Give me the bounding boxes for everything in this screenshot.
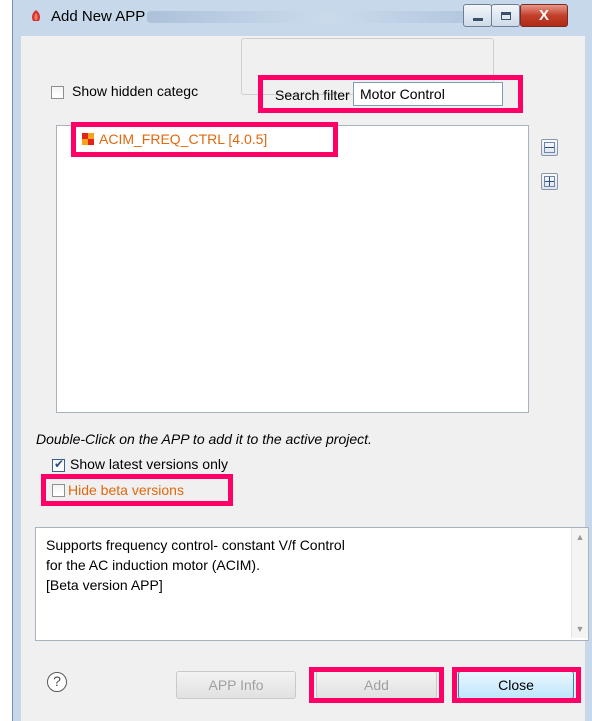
hide-beta-highlight-box — [41, 474, 233, 506]
minimize-icon — [472, 17, 483, 21]
scroll-down-icon[interactable]: ▼ — [572, 624, 588, 634]
description-scrollbar[interactable]: ▲ ▼ — [571, 528, 588, 638]
scroll-up-icon[interactable]: ▲ — [572, 532, 588, 542]
hint-text: Double-Click on the APP to add it to the… — [36, 431, 372, 447]
title-path-blurred — [147, 11, 477, 23]
help-icon[interactable]: ? — [47, 672, 67, 692]
maximize-button[interactable] — [491, 4, 520, 27]
add-highlight-box — [309, 667, 444, 703]
collapse-all-button[interactable] — [541, 139, 558, 156]
title-bar[interactable]: Add New APP X — [13, 0, 592, 32]
description-line: Supports frequency control- constant V/f… — [46, 537, 345, 553]
maximize-icon — [500, 11, 511, 20]
description-area[interactable]: Supports frequency control- constant V/f… — [35, 527, 589, 641]
description-line: [Beta version APP] — [46, 577, 163, 593]
close-icon: X — [538, 7, 549, 24]
description-line: for the AC induction motor (ACIM). — [46, 557, 260, 573]
show-hidden-checkbox[interactable] — [51, 86, 64, 99]
app-list[interactable] — [56, 125, 529, 413]
expand-plus-v — [549, 177, 550, 186]
show-latest-checkbox[interactable] — [52, 457, 65, 472]
show-latest-label: Show latest versions only — [70, 456, 228, 472]
show-hidden-label: Show hidden categc — [72, 83, 199, 99]
expand-all-button[interactable] — [541, 173, 558, 190]
minimize-button[interactable] — [463, 4, 492, 27]
close-highlight-box — [452, 667, 581, 703]
close-window-button[interactable]: X — [520, 4, 568, 27]
search-highlight-box — [258, 75, 523, 113]
app-info-button[interactable]: APP Info — [176, 671, 296, 699]
eclipse-app-icon — [32, 10, 40, 21]
app-item-highlight-box — [71, 122, 338, 157]
collapse-minus — [545, 147, 554, 148]
window-title: Add New APP — [51, 8, 146, 25]
